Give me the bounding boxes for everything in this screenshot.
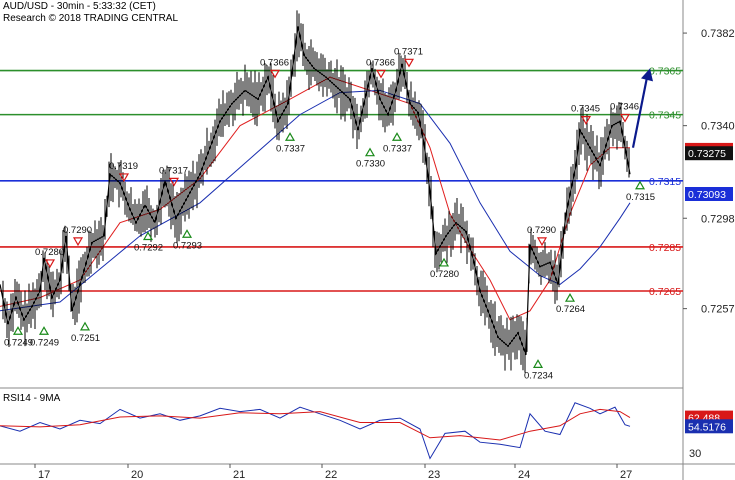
rsi-title: RSI14 - 9MA: [3, 393, 61, 404]
pivot-low-label: 0.7330: [356, 159, 385, 170]
pivot-low-label: 0.7337: [383, 143, 412, 154]
pivot-high-label: 0.7371: [394, 46, 423, 57]
pivot-low-label: 0.7280: [430, 269, 459, 280]
level-label: 0.7365: [649, 66, 681, 78]
pivot-low-label: 0.7249: [30, 337, 59, 348]
chart-canvas: 0.73650.73450.73150.72850.7265 0.72490.7…: [0, 0, 735, 480]
x-tick-label: 22: [325, 469, 337, 480]
x-tick-label: 24: [518, 469, 530, 480]
pivot-low-label: 0.7293: [173, 240, 202, 251]
x-tick-label: 17: [38, 469, 50, 480]
pivot-high-label: 0.7346: [610, 101, 639, 112]
x-tick-label: 21: [233, 469, 245, 480]
y-tick-label: 0.7340: [701, 121, 735, 133]
pivot-high-label: 0.7280: [35, 247, 64, 258]
x-tick-label: 20: [131, 469, 143, 480]
pivot-high-label: 0.7290: [63, 225, 92, 236]
chart-header-copyright: Research © 2018 TRADING CENTRAL: [3, 13, 179, 24]
pivot-high-label: 0.7317: [159, 165, 188, 176]
price-tag-label: 0.73275: [688, 148, 726, 160]
x-tick-label: 23: [428, 469, 440, 480]
pivot-high-label: 0.7319: [109, 161, 138, 172]
pivot-high-label: 0.7345: [571, 104, 600, 115]
rsi-y-tick-label: 30: [689, 448, 701, 460]
y-tick-label: 0.7298: [701, 213, 735, 225]
level-label: 0.7285: [649, 242, 681, 254]
price-tag-label: 0.73093: [688, 189, 726, 201]
pivot-high-label: 0.7366: [366, 57, 395, 68]
pivot-low-label: 0.7251: [71, 333, 100, 344]
level-label: 0.7345: [649, 110, 681, 122]
pivot-high-label: 0.7290: [527, 225, 556, 236]
pivot-low-label: 0.7315: [626, 192, 655, 203]
pivot-low-label: 0.7292: [134, 242, 163, 253]
level-label: 0.7315: [649, 176, 681, 188]
y-tick-label: 0.7382: [701, 28, 735, 40]
chart-header-symbol: AUD/USD - 30min - 5:33:32 (CET): [3, 1, 156, 12]
pivot-high-label: 0.7366: [260, 57, 289, 68]
level-label: 0.7265: [649, 286, 681, 298]
y-tick-label: 0.7257: [701, 304, 735, 316]
x-tick-label: 27: [620, 469, 632, 480]
pivot-low-label: 0.7337: [276, 143, 305, 154]
pivot-low-label: 0.7249: [4, 337, 33, 348]
pivot-low-label: 0.7264: [556, 304, 585, 315]
pivot-low-label: 0.7234: [524, 370, 553, 381]
rsi-tag-label: 54.5176: [688, 421, 726, 433]
